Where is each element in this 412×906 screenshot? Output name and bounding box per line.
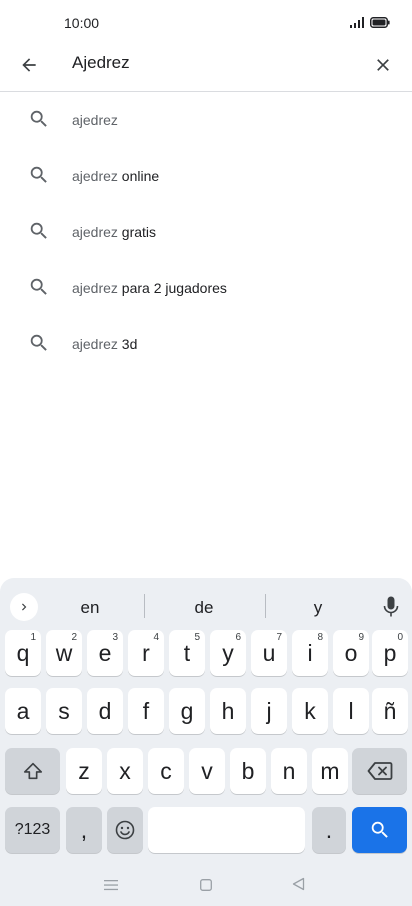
comma-key[interactable]: , — [66, 807, 102, 853]
close-icon[interactable] — [370, 52, 396, 78]
word-suggestion[interactable]: y — [278, 598, 358, 618]
suggestion-item[interactable]: ajedrez gratis — [0, 204, 412, 260]
key-g[interactable]: g — [169, 688, 205, 734]
arrow-back-icon[interactable] — [16, 52, 42, 78]
search-icon — [30, 222, 47, 239]
battery-icon — [370, 15, 390, 33]
emoji-key[interactable] — [107, 807, 143, 853]
search-icon — [30, 110, 47, 127]
key-j[interactable]: j — [251, 688, 287, 734]
symbols-key[interactable]: ?123 — [5, 807, 60, 853]
search-icon — [30, 334, 47, 351]
search-bar: Ajedrez — [0, 44, 412, 92]
suggestion-text: ajedrez 3d — [72, 336, 138, 352]
home-icon[interactable] — [200, 878, 212, 896]
key-q[interactable]: q1 — [5, 630, 41, 676]
search-icon — [30, 166, 47, 183]
suggestion-item[interactable]: ajedrez para 2 jugadores — [0, 260, 412, 316]
back-triangle-icon[interactable] — [292, 877, 305, 896]
shift-key[interactable] — [5, 748, 60, 794]
suggestion-text: ajedrez online — [72, 168, 160, 184]
signal-icon — [350, 15, 364, 33]
suggestion-text: ajedrez para 2 jugadores — [72, 280, 227, 296]
backspace-key[interactable] — [352, 748, 407, 794]
shift-icon — [23, 762, 42, 780]
key-u[interactable]: u7 — [251, 630, 287, 676]
suggestion-divider — [265, 594, 266, 618]
search-icon — [30, 278, 47, 295]
key-h[interactable]: h — [210, 688, 246, 734]
suggestion-text: ajedrez — [72, 112, 118, 128]
key-z[interactable]: z — [66, 748, 102, 794]
key-t[interactable]: t5 — [169, 630, 205, 676]
key-y[interactable]: y6 — [210, 630, 246, 676]
word-suggestion[interactable]: de — [164, 598, 244, 618]
key-n[interactable]: n — [271, 748, 307, 794]
key-k[interactable]: k — [292, 688, 328, 734]
key-v[interactable]: v — [189, 748, 225, 794]
key-f[interactable]: f — [128, 688, 164, 734]
status-bar: 10:00 — [0, 0, 412, 44]
keyboard-toolbar: en de y — [0, 584, 412, 628]
key-p[interactable]: p0 — [372, 630, 408, 676]
status-icons — [350, 15, 390, 33]
period-key[interactable]: . — [312, 807, 346, 853]
key-s[interactable]: s — [46, 688, 82, 734]
search-input[interactable]: Ajedrez — [72, 53, 130, 73]
status-time: 10:00 — [64, 15, 100, 31]
emoji-icon — [115, 820, 135, 840]
key-c[interactable]: c — [148, 748, 184, 794]
suggestion-divider — [144, 594, 145, 618]
key-a[interactable]: a — [5, 688, 41, 734]
suggestion-text: ajedrez gratis — [72, 224, 157, 240]
key-x[interactable]: x — [107, 748, 143, 794]
key-e[interactable]: e3 — [87, 630, 123, 676]
key-d[interactable]: d — [87, 688, 123, 734]
word-suggestion[interactable]: en — [50, 598, 130, 618]
key-i[interactable]: i8 — [292, 630, 328, 676]
menu-icon[interactable] — [104, 878, 118, 896]
on-screen-keyboard: en de y q1 w2 e3 r4 t5 y6 u7 i8 o9 p0 a … — [0, 578, 412, 906]
backspace-icon — [367, 762, 392, 780]
suggestion-list: ajedrez ajedrez online ajedrez gratis aj… — [0, 92, 412, 372]
key-n-tilde[interactable]: ñ — [372, 688, 408, 734]
navigation-bar — [0, 862, 412, 906]
suggestion-item[interactable]: ajedrez — [0, 92, 412, 148]
search-key[interactable] — [352, 807, 407, 853]
key-b[interactable]: b — [230, 748, 266, 794]
microphone-icon[interactable] — [380, 594, 402, 620]
suggestion-item[interactable]: ajedrez online — [0, 148, 412, 204]
key-o[interactable]: o9 — [333, 630, 369, 676]
suggestion-item[interactable]: ajedrez 3d — [0, 316, 412, 372]
chevron-right-icon[interactable] — [10, 593, 38, 621]
search-icon — [371, 821, 388, 838]
space-key[interactable] — [148, 807, 305, 853]
key-r[interactable]: r4 — [128, 630, 164, 676]
key-l[interactable]: l — [333, 688, 369, 734]
key-m[interactable]: m — [312, 748, 348, 794]
key-w[interactable]: w2 — [46, 630, 82, 676]
